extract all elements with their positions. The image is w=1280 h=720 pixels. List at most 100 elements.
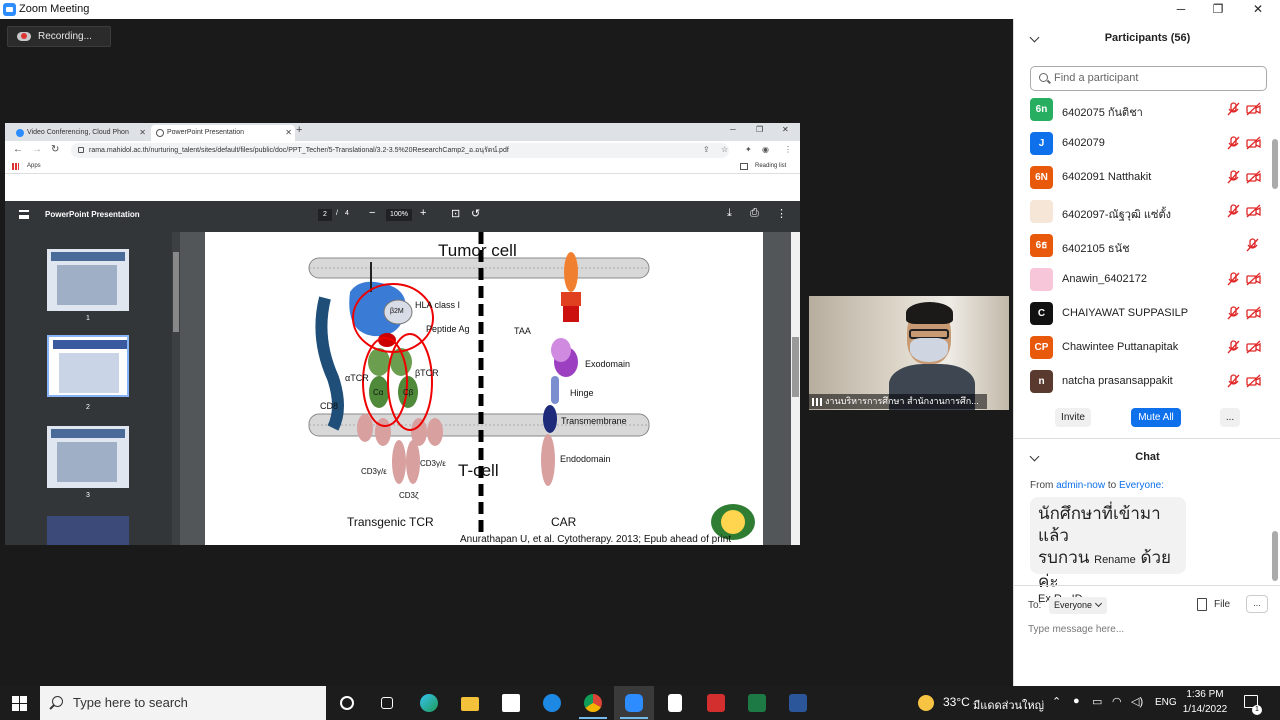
print-icon[interactable]: ⎙ bbox=[750, 207, 759, 220]
participant-row[interactable]: 6ธ 6402105 ธนัช bbox=[1014, 231, 1280, 265]
pdf-scrollbar[interactable] bbox=[791, 232, 800, 545]
chat-more-button[interactable]: ... bbox=[1246, 595, 1268, 613]
thumbnail-scrollbar[interactable] bbox=[172, 232, 180, 545]
maximize-button[interactable]: ❐ bbox=[1207, 1, 1229, 18]
thumbnail-page-1[interactable] bbox=[47, 249, 129, 311]
muted-mic-icon[interactable] bbox=[1246, 238, 1259, 252]
tab-close-icon[interactable]: ✕ bbox=[139, 125, 146, 141]
muted-mic-icon[interactable] bbox=[1227, 306, 1240, 320]
url-field[interactable]: rama.mahidol.ac.th/nurturing_talent/site… bbox=[71, 143, 729, 158]
new-tab-button[interactable]: + bbox=[296, 124, 302, 136]
task-view-icon[interactable] bbox=[367, 686, 407, 720]
close-button[interactable]: ✕ bbox=[1247, 1, 1269, 18]
fit-page-icon[interactable]: ⊡ bbox=[451, 207, 460, 220]
participant-row[interactable]: Anawin_6402172 bbox=[1014, 265, 1280, 299]
participant-search-input[interactable]: Find a participant bbox=[1030, 66, 1267, 91]
participant-row[interactable]: 6N 6402091 Natthakit bbox=[1014, 163, 1280, 197]
video-off-icon[interactable] bbox=[1246, 374, 1261, 388]
file-explorer-icon[interactable] bbox=[450, 686, 490, 720]
invite-button[interactable]: Invite bbox=[1055, 408, 1091, 427]
acrobat-icon[interactable] bbox=[696, 686, 736, 720]
muted-mic-icon[interactable] bbox=[1227, 272, 1240, 286]
zoom-level-input[interactable]: 100% bbox=[386, 209, 412, 221]
battery-icon[interactable]: ▭ bbox=[1092, 695, 1102, 708]
participant-video-tile[interactable]: งานบริหารการศึกษา สำนักงานการศึก... bbox=[809, 296, 1009, 410]
file-button[interactable]: File bbox=[1214, 599, 1230, 610]
video-off-icon[interactable] bbox=[1246, 204, 1261, 218]
download-icon[interactable]: ⤓ bbox=[727, 207, 732, 220]
browser-tab-pdf[interactable]: PowerPoint Presentation ✕ bbox=[151, 125, 295, 141]
zoom-in-button[interactable]: + bbox=[420, 207, 426, 219]
thumbnail-page-4[interactable] bbox=[47, 516, 129, 545]
forward-icon[interactable]: → bbox=[32, 144, 42, 155]
file-icon[interactable] bbox=[1197, 598, 1207, 611]
participants-more-button[interactable]: ... bbox=[1220, 408, 1240, 427]
excel-icon[interactable] bbox=[737, 686, 777, 720]
video-off-icon[interactable] bbox=[1246, 306, 1261, 320]
muted-mic-icon[interactable] bbox=[1227, 204, 1240, 218]
reload-icon[interactable]: ↻ bbox=[51, 144, 59, 155]
muted-mic-icon[interactable] bbox=[1227, 136, 1240, 150]
chat-message-input[interactable] bbox=[1028, 621, 1268, 637]
apps-bookmark[interactable]: Apps bbox=[27, 163, 41, 169]
muted-mic-icon[interactable] bbox=[1227, 102, 1240, 116]
participant-row[interactable]: 6n 6402075 กันติชา bbox=[1014, 95, 1280, 129]
cortana-icon[interactable] bbox=[327, 686, 367, 720]
tab-close-icon[interactable]: ✕ bbox=[285, 125, 292, 141]
taskbar-search-box[interactable]: Type here to search bbox=[40, 686, 326, 720]
pdf-menu-icon[interactable] bbox=[19, 210, 29, 219]
thumbnail-page-2[interactable] bbox=[47, 335, 129, 397]
chat-scrollbar[interactable] bbox=[1272, 531, 1278, 581]
share-icon[interactable]: ⇪ bbox=[703, 145, 710, 154]
volume-icon[interactable]: ◁) bbox=[1131, 695, 1143, 708]
edge-icon[interactable] bbox=[409, 686, 449, 720]
participant-row[interactable]: C CHAIYAWAT SUPPASILP bbox=[1014, 299, 1280, 333]
language-indicator[interactable]: ENG bbox=[1155, 697, 1177, 708]
zoom-taskbar-icon[interactable] bbox=[614, 686, 654, 720]
bookmark-star-icon[interactable]: ☆ bbox=[721, 145, 728, 154]
chat-sender[interactable]: admin-now bbox=[1056, 480, 1105, 491]
document-icon[interactable] bbox=[655, 686, 695, 720]
weather-icon[interactable] bbox=[918, 695, 934, 711]
participant-row[interactable]: J 6402079 bbox=[1014, 129, 1280, 163]
recipient-select[interactable]: Everyone bbox=[1049, 597, 1107, 614]
mute-all-button[interactable]: Mute All bbox=[1131, 408, 1181, 427]
start-button[interactable] bbox=[12, 696, 27, 711]
muted-mic-icon[interactable] bbox=[1227, 340, 1240, 354]
browser-close-button[interactable]: ✕ bbox=[782, 125, 789, 134]
muted-mic-icon[interactable] bbox=[1227, 374, 1240, 388]
video-off-icon[interactable] bbox=[1246, 170, 1261, 184]
video-off-icon[interactable] bbox=[1246, 272, 1261, 286]
page-number-input[interactable]: 2 bbox=[318, 209, 332, 221]
participant-row[interactable]: CP Chawintee Puttanapitak bbox=[1014, 333, 1280, 367]
reading-list-button[interactable]: Reading list bbox=[755, 163, 786, 169]
microphone-icon[interactable]: ● bbox=[1073, 695, 1080, 707]
video-off-icon[interactable] bbox=[1246, 340, 1261, 354]
browser-minimize-button[interactable]: ─ bbox=[730, 125, 736, 134]
video-off-icon[interactable] bbox=[1246, 102, 1261, 116]
zoom-out-button[interactable]: − bbox=[369, 207, 375, 219]
internet-explorer-icon[interactable] bbox=[532, 686, 572, 720]
video-off-icon[interactable] bbox=[1246, 136, 1261, 150]
word-icon[interactable] bbox=[778, 686, 818, 720]
tray-overflow-icon[interactable]: ⌃ bbox=[1052, 695, 1061, 708]
store-icon[interactable] bbox=[491, 686, 531, 720]
participant-row[interactable]: 6402097-ณัฐวุฒิ แซ่ตั้ง bbox=[1014, 197, 1280, 231]
participants-scrollbar[interactable] bbox=[1272, 139, 1278, 189]
temperature[interactable]: 33°C bbox=[943, 695, 970, 709]
rotate-icon[interactable]: ↺ bbox=[471, 207, 480, 220]
recording-indicator[interactable]: Recording... bbox=[7, 26, 111, 47]
participant-row[interactable]: n natcha prasansappakit bbox=[1014, 367, 1280, 401]
clock-time[interactable]: 1:36 PM bbox=[1180, 689, 1230, 700]
browser-restore-button[interactable]: ❐ bbox=[756, 125, 763, 134]
wifi-icon[interactable]: ◠ bbox=[1112, 695, 1122, 708]
thumbnail-page-3[interactable] bbox=[47, 426, 129, 488]
chrome-icon[interactable] bbox=[573, 686, 613, 720]
muted-mic-icon[interactable] bbox=[1227, 170, 1240, 184]
clock-date[interactable]: 1/14/2022 bbox=[1180, 704, 1230, 715]
browser-tab-zoom[interactable]: Video Conferencing, Cloud Phon ✕ bbox=[11, 125, 149, 141]
profile-avatar-icon[interactable]: ◉ bbox=[762, 145, 769, 154]
pdf-more-icon[interactable]: ⋮ bbox=[776, 207, 787, 220]
browser-menu-icon[interactable]: ⋮ bbox=[784, 145, 792, 154]
back-icon[interactable]: ← bbox=[13, 144, 23, 155]
